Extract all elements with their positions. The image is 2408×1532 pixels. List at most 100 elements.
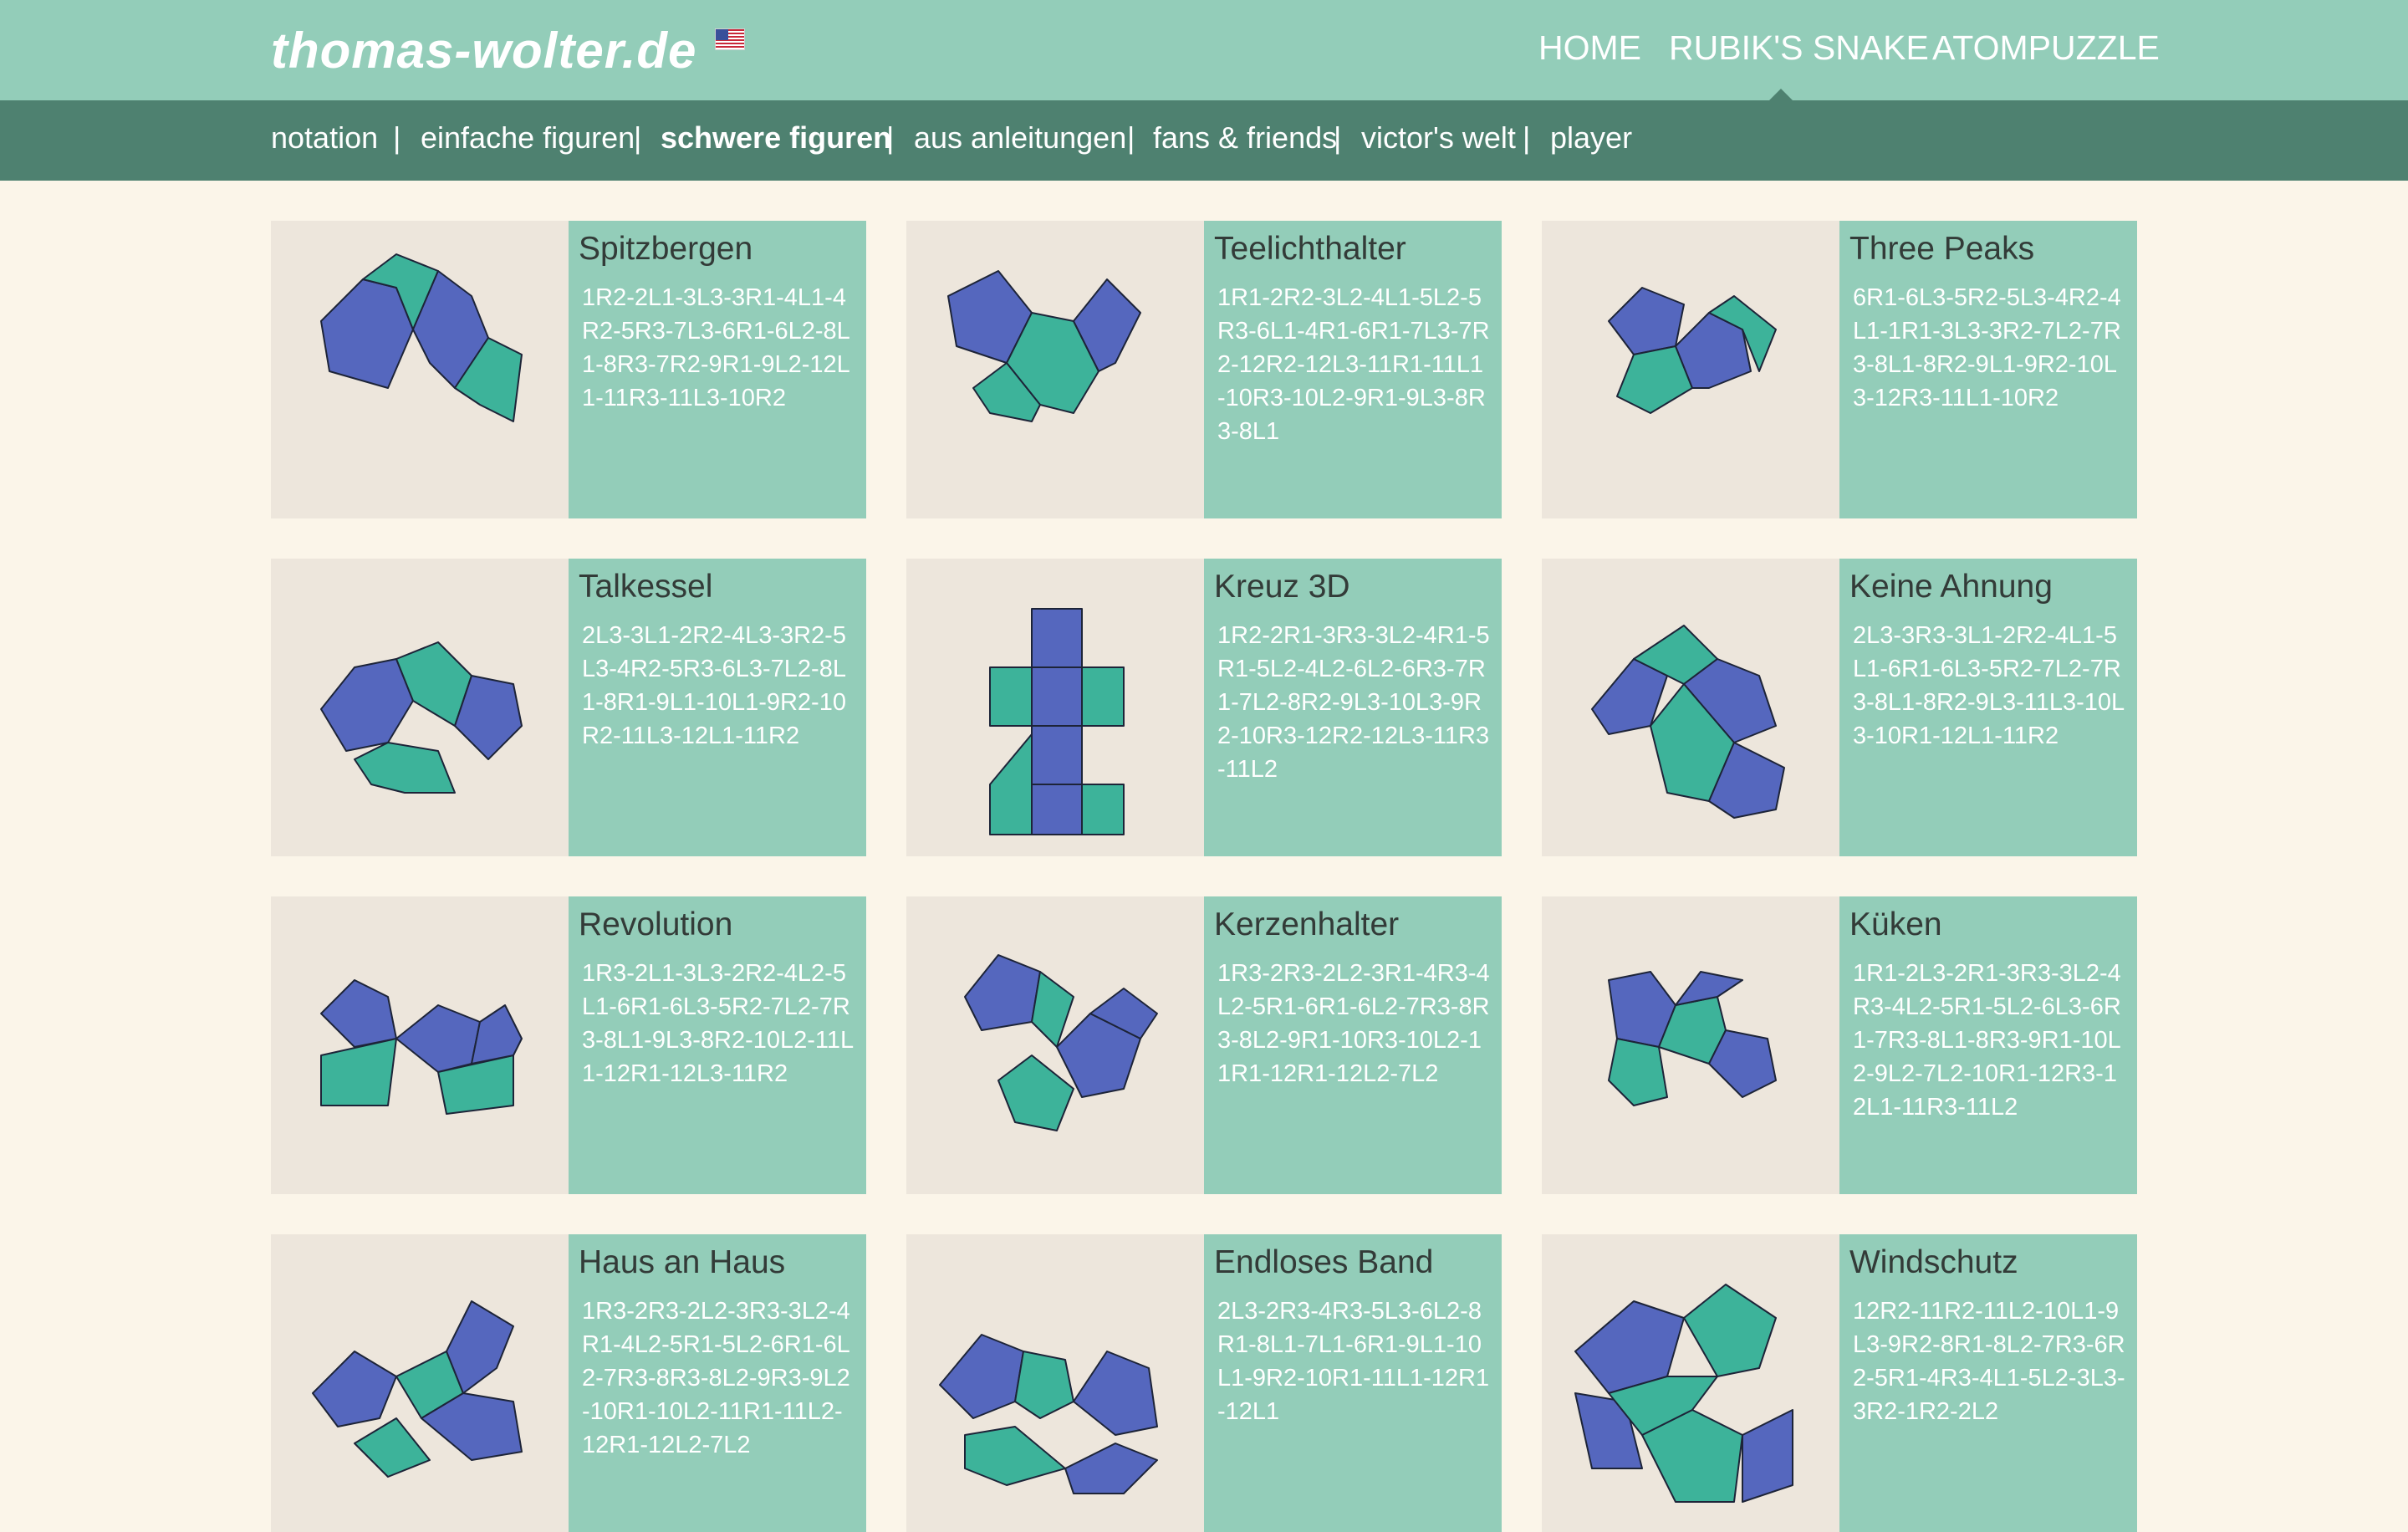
snake-prism-face <box>989 666 1033 727</box>
subnav-separator: | <box>393 120 401 155</box>
snake-figure-image[interactable] <box>271 221 569 518</box>
figure-card: Haus an Haus 1R3-2R3-2L2-3R3-3L2-4R1-4L2… <box>271 1234 866 1532</box>
figure-card: Keine Ahnung 2L3-3R3-3L1-2R2-4L1-5L1-6R1… <box>1542 559 2137 856</box>
figure-notation: 1R2-2L1-3L3-3R1-4L1-4R2-5R3-7L3-6R1-6L2-… <box>582 284 850 411</box>
snake-prism-face <box>1031 666 1083 727</box>
subnav-notation[interactable]: notation <box>271 120 378 156</box>
subnav-separator: | <box>1523 120 1531 155</box>
snake-prism-face <box>1064 1443 1158 1494</box>
snake-prism-face <box>1608 287 1685 355</box>
figure-card: Kreuz 3D 1R2-2R1-3R3-3L2-4R1-5R1-5L2-4L2… <box>906 559 1502 856</box>
figure-notation: 2L3-3R3-3L1-2R2-4L1-5L1-6R1-6L3-5R2-7L2-… <box>1853 622 2125 749</box>
figure-card: Teelichthalter 1R1-2R2-3L2-4L1-5L2-5R3-6… <box>906 221 1502 518</box>
figure-title[interactable]: Haus an Haus <box>579 1244 785 1281</box>
snake-figure-drawing <box>1574 1284 1793 1503</box>
snake-prism-face <box>1608 1038 1668 1106</box>
snake-figure-drawing <box>1591 625 1785 819</box>
figure-notation: 2L3-2R3-4R3-5L3-6L2-8R1-8L1-7L1-6R1-9L1-… <box>1217 1298 1490 1425</box>
site-logo[interactable]: thomas-wolter.de <box>271 22 696 79</box>
snake-figure-drawing <box>320 641 523 794</box>
figure-notation: 1R3-2L1-3L3-2R2-4L2-5L1-6R1-6L3-5R2-7L2-… <box>582 960 855 1087</box>
figure-title[interactable]: Küken <box>1849 906 1942 943</box>
figure-notation: 12R2-11R2-11L2-10L1-9L3-9R2-8R1-8L2-7R3-… <box>1853 1298 2125 1425</box>
subnav-separator: | <box>1127 120 1135 155</box>
figure-card: Revolution 1R3-2L1-3L3-2R2-4L2-5L1-6R1-6… <box>271 896 866 1194</box>
snake-figure-image[interactable] <box>906 221 1204 518</box>
snake-prism-face <box>997 1055 1074 1131</box>
figure-card: Spitzbergen 1R2-2L1-3L3-3R1-4L1-4R2-5R3-… <box>271 221 866 518</box>
figure-title[interactable]: Keine Ahnung <box>1849 569 2053 605</box>
snake-figure-drawing <box>1608 971 1777 1106</box>
snake-prism-face <box>939 1334 1024 1419</box>
snake-prism-face <box>1014 1351 1074 1419</box>
snake-prism-face <box>1081 666 1125 727</box>
snake-figure-image[interactable] <box>271 896 569 1194</box>
snake-prism-face <box>964 1426 1066 1486</box>
snake-prism-face <box>320 979 397 1048</box>
snake-prism-face <box>471 1004 523 1065</box>
figure-title[interactable]: Windschutz <box>1849 1244 2018 1281</box>
subnav-separator: | <box>1334 120 1342 155</box>
snake-figure-drawing <box>964 954 1158 1131</box>
snake-prism-face <box>1081 784 1125 835</box>
figure-notation: 6R1-6L3-5R2-5L3-4R2-4L1-1R1-3L3-3R2-7L2-… <box>1853 284 2121 411</box>
snake-figure-image[interactable] <box>906 559 1204 856</box>
snake-prism-face <box>312 1351 397 1427</box>
figure-title[interactable]: Revolution <box>579 906 732 943</box>
figure-card: Windschutz 12R2-11R2-11L2-10L1-9L3-9R2-8… <box>1542 1234 2137 1532</box>
nav-rubiks-snake[interactable]: RUBIK'S SNAKE <box>1669 28 1929 68</box>
nav-home[interactable]: HOME <box>1538 28 1641 68</box>
snake-figure-drawing <box>1608 287 1777 414</box>
snake-prism-face <box>320 658 414 752</box>
active-nav-pointer <box>1769 89 1793 100</box>
subnav-victors-welt[interactable]: victor's welt <box>1361 120 1516 156</box>
snake-prism-face <box>354 1417 431 1478</box>
figure-notation: 1R1-2L3-2R1-3R3-3L2-4R3-4L2-5R1-5L2-6L3-… <box>1853 960 2121 1121</box>
figure-notation: 1R2-2R1-3R3-3L2-4R1-5R1-5L2-4L2-6L2-6R3-… <box>1217 622 1490 783</box>
figure-notation: 1R3-2R3-2L2-3R1-4R3-4L2-5R1-6R1-6L2-7R3-… <box>1217 960 1490 1087</box>
snake-figure-image[interactable] <box>906 1234 1204 1532</box>
figure-title[interactable]: Endloses Band <box>1214 1244 1433 1281</box>
snake-figure-image[interactable] <box>1542 1234 1839 1532</box>
snake-prism-face <box>354 742 456 794</box>
snake-prism-face <box>1031 725 1083 785</box>
snake-prism-face <box>1742 1409 1793 1503</box>
snake-figure-image[interactable] <box>271 559 569 856</box>
figure-title[interactable]: Talkessel <box>579 569 712 605</box>
snake-figure-image[interactable] <box>271 1234 569 1532</box>
subnav-separator: | <box>634 120 642 155</box>
us-flag-icon[interactable] <box>715 28 745 50</box>
figure-title[interactable]: Kerzenhalter <box>1214 906 1399 943</box>
snake-figure-drawing <box>989 608 1125 835</box>
subnav-einfache-figuren[interactable]: einfache figuren <box>421 120 635 156</box>
snake-figure-image[interactable] <box>1542 221 1839 518</box>
snake-prism-face <box>320 1038 397 1106</box>
snake-prism-face <box>1031 784 1083 835</box>
nav-atompuzzle[interactable]: ATOMPUZZLE <box>1932 28 2160 68</box>
subnav-separator: | <box>886 120 895 155</box>
snake-figure-drawing <box>312 1300 523 1478</box>
snake-prism-face <box>1683 1284 1777 1377</box>
figure-title[interactable]: Kreuz 3D <box>1214 569 1350 605</box>
snake-prism-face <box>1073 1351 1158 1436</box>
figure-notation: 1R1-2R2-3L2-4L1-5L2-5R3-6L1-4R1-6R1-7L3-… <box>1217 284 1490 445</box>
snake-prism-face <box>1031 608 1083 668</box>
figure-card: Three Peaks 6R1-6L3-5R2-5L3-4R2-4L1-1R1-… <box>1542 221 2137 518</box>
figure-card: Küken 1R1-2L3-2R1-3R3-3L2-4R3-4L2-5R1-5L… <box>1542 896 2137 1194</box>
subnav-aus-anleitungen[interactable]: aus anleitungen <box>914 120 1126 156</box>
figure-title[interactable]: Teelichthalter <box>1214 231 1406 268</box>
subnav-schwere-figuren[interactable]: schwere figuren <box>661 120 891 156</box>
snake-figure-image[interactable] <box>906 896 1204 1194</box>
figure-title[interactable]: Spitzbergen <box>579 231 752 268</box>
snake-figure-drawing <box>947 270 1141 422</box>
figure-title[interactable]: Three Peaks <box>1849 231 2034 268</box>
subnav-fans-friends[interactable]: fans & friends <box>1153 120 1337 156</box>
snake-figure-drawing <box>320 979 523 1115</box>
figure-card: Endloses Band 2L3-2R3-4R3-5L3-6L2-8R1-8L… <box>906 1234 1502 1532</box>
figure-card: Kerzenhalter 1R3-2R3-2L2-3R1-4R3-4L2-5R1… <box>906 896 1502 1194</box>
subnav-player[interactable]: player <box>1550 120 1632 156</box>
snake-prism-face <box>964 954 1041 1031</box>
snake-figure-image[interactable] <box>1542 559 1839 856</box>
snake-figure-image[interactable] <box>1542 896 1839 1194</box>
snake-prism-face <box>395 1004 481 1073</box>
